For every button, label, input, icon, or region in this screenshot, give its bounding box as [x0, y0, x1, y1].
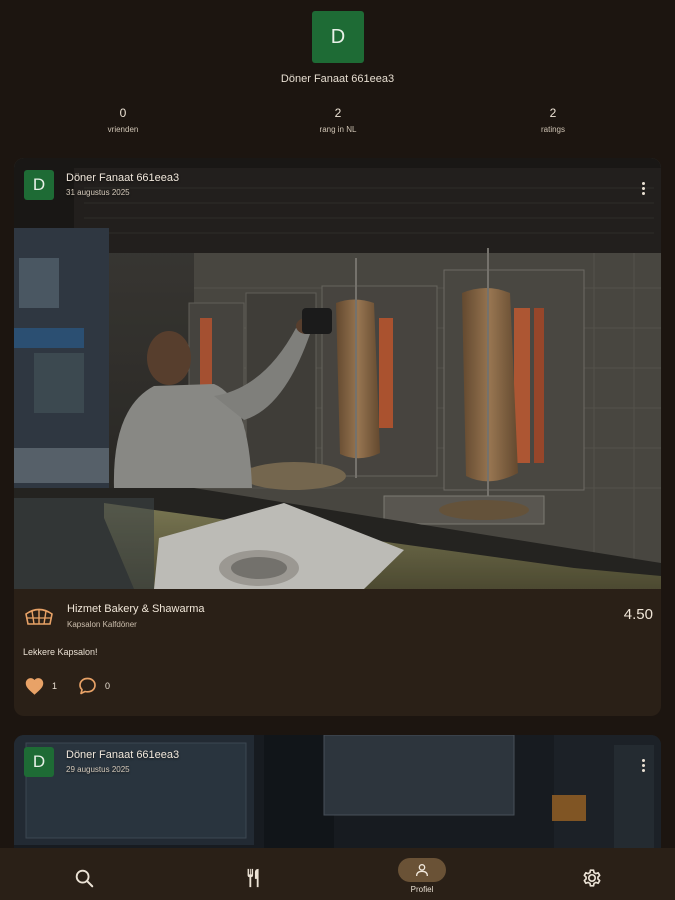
stat-friends-value: 0 [119, 106, 127, 120]
like-count: 1 [52, 681, 58, 691]
comment-button[interactable]: 0 [77, 676, 110, 696]
post-avatar[interactable]: D [24, 170, 54, 200]
rating-score: 4.50 [623, 606, 653, 623]
post-author[interactable]: Döner Fanaat 661eea3 [66, 749, 179, 761]
fork-knife-icon [247, 868, 259, 888]
nav-search[interactable] [44, 848, 124, 900]
more-vert-icon [641, 181, 645, 185]
post-header: D Döner Fanaat 661eea3 29 augustus 2025 [24, 747, 179, 777]
profile-avatar[interactable]: D [312, 11, 364, 63]
stat-rank-value: 2 [334, 106, 342, 120]
nav-settings[interactable] [552, 848, 632, 900]
place-row[interactable]: Hizmet Bakery & Shawarma Kapsalon Kalfdö… [23, 602, 653, 632]
place-name[interactable]: Hizmet Bakery & Shawarma [67, 603, 205, 615]
stat-rank-label: rang in NL [319, 125, 357, 134]
post-photo[interactable] [14, 158, 661, 589]
doner-shop-photo [14, 158, 661, 589]
bakery-icon [25, 608, 53, 625]
stat-ratings-label: ratings [540, 125, 565, 134]
nav-profile-label: Profiel [410, 885, 434, 894]
gear-icon [583, 869, 601, 887]
heart-icon[interactable] [24, 676, 45, 696]
post-author[interactable]: Döner Fanaat 661eea3 [66, 172, 179, 184]
person-icon [416, 864, 428, 877]
post-date: 29 augustus 2025 [66, 765, 130, 774]
comment-icon [79, 677, 96, 695]
bottom-navigation: Profiel [0, 848, 675, 900]
post-avatar[interactable]: D [24, 747, 54, 777]
post-date: 31 augustus 2025 [66, 188, 130, 197]
post-card[interactable]: D Döner Fanaat 661eea3 31 augustus 2025 … [14, 158, 661, 716]
stat-friends-label: vrienden [107, 125, 139, 134]
profile-avatar-letter: D [330, 25, 346, 48]
nav-profile-active-pill [398, 858, 446, 882]
post-more-button[interactable] [635, 180, 651, 196]
post-caption: Lekkere Kapsalon! [23, 647, 98, 657]
post-avatar-letter: D [32, 175, 46, 194]
stat-rank[interactable]: 2 rang in NL [278, 106, 398, 134]
dish-name: Kapsalon Kalfdöner [67, 620, 137, 629]
post-more-button[interactable] [635, 757, 651, 773]
nav-restaurants[interactable] [214, 848, 294, 900]
post-header: D Döner Fanaat 661eea3 31 augustus 2025 [24, 170, 179, 200]
post-actions: 1 0 [24, 676, 110, 696]
stat-ratings-value: 2 [549, 106, 557, 120]
post-meta: Döner Fanaat 661eea3 29 augustus 2025 [66, 747, 179, 774]
post-avatar-letter: D [32, 752, 46, 771]
post-meta: Döner Fanaat 661eea3 31 augustus 2025 [66, 170, 179, 197]
profile-page: D Döner Fanaat 661eea3 0 vrienden 2 rang… [0, 0, 675, 900]
profile-name: Döner Fanaat 661eea3 [280, 73, 395, 85]
search-icon [75, 869, 94, 888]
stat-friends[interactable]: 0 vrienden [63, 106, 183, 134]
comment-count: 0 [105, 681, 111, 691]
nav-profile[interactable]: Profiel [382, 848, 462, 900]
more-vert-icon [641, 758, 645, 762]
stat-ratings[interactable]: 2 ratings [493, 106, 613, 134]
